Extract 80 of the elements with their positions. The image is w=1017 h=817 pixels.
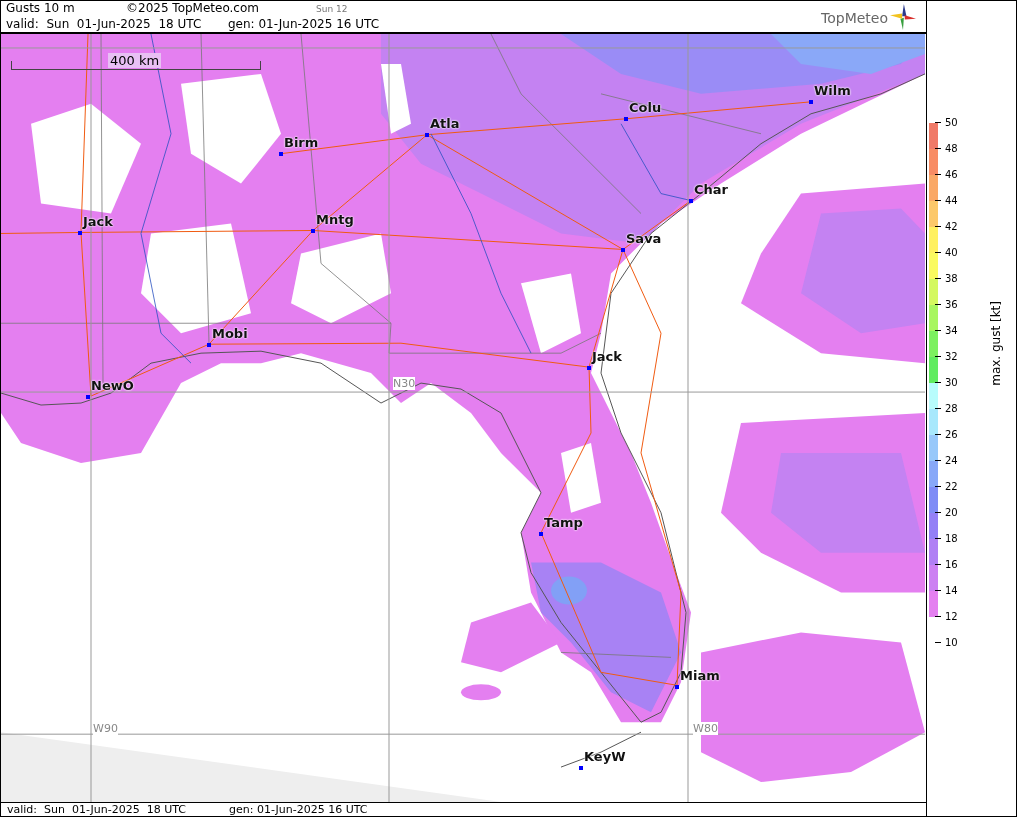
city-marker xyxy=(579,766,583,770)
generated-time-text: gen: 01-Jun-2025 16 UTC xyxy=(228,17,380,32)
city-marker xyxy=(587,366,591,370)
tick-label: 50 xyxy=(945,116,958,129)
tick-label: 20 xyxy=(945,506,958,519)
tick-label: 36 xyxy=(945,298,958,311)
tick-label: 46 xyxy=(945,168,958,181)
city-label: Jack xyxy=(592,349,622,365)
tick-mark xyxy=(935,122,941,123)
valid-time-text: valid: Sun 01-Jun-2025 18 UTC xyxy=(7,803,187,816)
scale-label: 400 km xyxy=(108,53,162,68)
valid-time-text: valid: Sun 01-Jun-2025 18 UTC xyxy=(6,17,203,32)
city-label: Char xyxy=(694,182,728,198)
legend-title: max. gust [kt] xyxy=(989,301,1003,386)
tick-mark xyxy=(935,590,941,591)
tick-mark xyxy=(935,512,941,513)
tick-mark xyxy=(935,148,941,149)
tick-label: 18 xyxy=(945,532,958,545)
city-marker xyxy=(207,343,211,347)
city-marker xyxy=(78,231,82,235)
tick-label: 16 xyxy=(945,558,958,571)
grid-label: W90 xyxy=(93,722,118,735)
city-label: Jack xyxy=(83,214,113,230)
city-label: Colu xyxy=(629,100,662,116)
city-marker xyxy=(279,152,283,156)
city-marker xyxy=(624,117,628,121)
copyright-text: ©2025 TopMeteo.com xyxy=(126,1,260,16)
tick-mark xyxy=(935,408,941,409)
tick-mark xyxy=(935,356,941,357)
tick-label: 32 xyxy=(945,350,958,363)
tick-mark xyxy=(935,330,941,331)
tick-label: 12 xyxy=(945,610,958,623)
tick-label: 38 xyxy=(945,272,958,285)
city-label: Mobi xyxy=(212,326,248,342)
city-marker xyxy=(539,532,543,536)
city-marker xyxy=(689,199,693,203)
tick-mark xyxy=(935,564,941,565)
grid-label: N30 xyxy=(393,377,416,390)
tick-mark xyxy=(935,200,941,201)
pinwheel-logo-icon xyxy=(890,3,916,31)
tick-mark xyxy=(935,642,941,643)
grid-label: W80 xyxy=(693,722,718,735)
tick-mark xyxy=(935,174,941,175)
tick-mark xyxy=(935,434,941,435)
tick-label: 14 xyxy=(945,584,958,597)
tick-label: 40 xyxy=(945,246,958,259)
city-marker xyxy=(425,133,429,137)
city-marker xyxy=(675,685,679,689)
city-marker xyxy=(621,248,625,252)
city-label: Wilm xyxy=(814,83,851,99)
tick-mark xyxy=(935,616,941,617)
tick-mark xyxy=(935,278,941,279)
city-label: Birm xyxy=(284,135,319,151)
map-title: Gusts 10 m xyxy=(6,1,76,16)
tick-mark xyxy=(935,304,941,305)
tick-mark xyxy=(935,252,941,253)
tick-label: 28 xyxy=(945,402,958,415)
city-marker xyxy=(809,100,813,104)
tick-label: 24 xyxy=(945,454,958,467)
tick-mark xyxy=(935,460,941,461)
tick-label: 42 xyxy=(945,220,958,233)
model-run-label: Sun 12 xyxy=(316,3,348,16)
tick-mark xyxy=(935,382,941,383)
city-label: Atla xyxy=(430,116,460,132)
city-label: Miam xyxy=(680,668,720,684)
tick-mark xyxy=(935,226,941,227)
tick-label: 30 xyxy=(945,376,958,389)
city-label: KeyW xyxy=(584,749,626,765)
city-marker xyxy=(311,229,315,233)
tick-label: 34 xyxy=(945,324,958,337)
logo-text: TopMeteo xyxy=(821,9,888,28)
tick-label: 48 xyxy=(945,142,958,155)
generated-time-text: gen: 01-Jun-2025 16 UTC xyxy=(229,803,368,816)
tick-label: 22 xyxy=(945,480,958,493)
tick-label: 10 xyxy=(945,636,958,649)
city-marker xyxy=(86,395,90,399)
tick-label: 44 xyxy=(945,194,958,207)
tick-label: 26 xyxy=(945,428,958,441)
tick-mark xyxy=(935,486,941,487)
tick-mark xyxy=(935,538,941,539)
